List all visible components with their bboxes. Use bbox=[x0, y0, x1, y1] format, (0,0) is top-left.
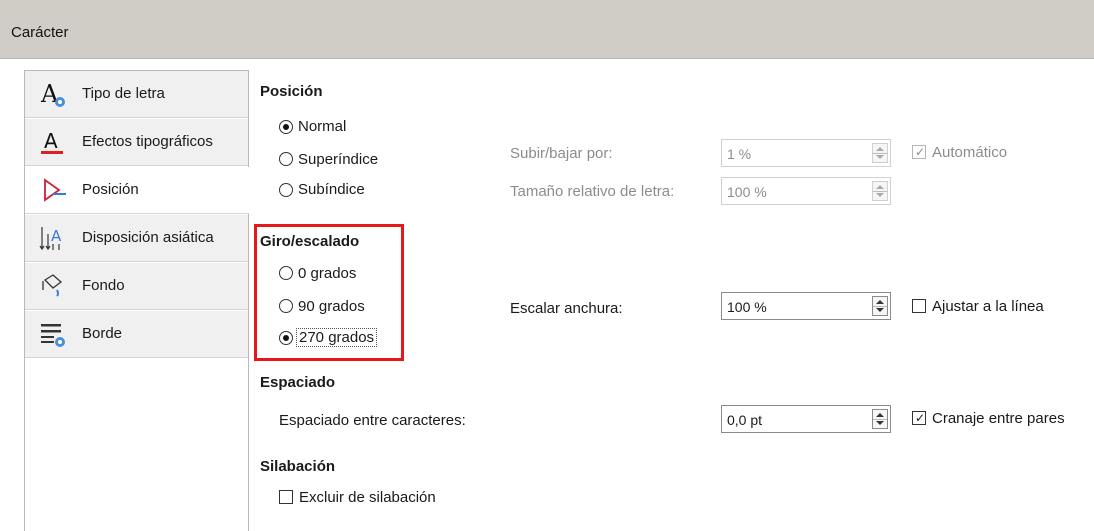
scale-width-spinbox[interactable]: 100 % bbox=[721, 292, 891, 320]
position-heading: Posición bbox=[260, 83, 323, 100]
relative-size-label: Tamaño relativo de letra: bbox=[510, 183, 675, 200]
scale-width-value: 100 % bbox=[727, 299, 767, 315]
sidebar-item-background[interactable]: Fondo bbox=[25, 263, 248, 310]
scale-width-label: Escalar anchura: bbox=[510, 300, 623, 317]
position-icon bbox=[44, 178, 66, 202]
automatic-label: Automático bbox=[932, 144, 1008, 161]
sidebar-item-font[interactable]: A Tipo de letra bbox=[25, 71, 248, 118]
dialog-titlebar: Carácter bbox=[0, 0, 1094, 59]
sidebar-item-border[interactable]: Borde bbox=[25, 311, 248, 358]
exclude-hyphenation-label: Excluir de silabación bbox=[299, 489, 436, 506]
raise-lower-label: Subir/bajar por: bbox=[510, 145, 613, 162]
background-fill-icon bbox=[42, 274, 63, 297]
raise-lower-value: 1 % bbox=[727, 146, 752, 162]
highlight-box bbox=[254, 224, 404, 361]
hyphenation-heading: Silabación bbox=[260, 458, 336, 475]
char-spacing-label: Espaciado entre caracteres: bbox=[279, 412, 466, 429]
sidebar-item-label: Efectos tipográficos bbox=[82, 133, 213, 150]
relative-size-spin-buttons[interactable] bbox=[872, 181, 888, 201]
raise-lower-spinbox[interactable]: 1 % bbox=[721, 139, 891, 167]
font-icon: A bbox=[40, 80, 65, 108]
sidebar-item-label: Tipo de letra bbox=[82, 85, 165, 102]
scale-width-spin-buttons[interactable] bbox=[872, 296, 888, 316]
sidebar-item-font-effects[interactable]: A Efectos tipográficos bbox=[25, 119, 248, 166]
font-effects-icon: A bbox=[41, 129, 63, 154]
subscript-label: Subíndice bbox=[298, 181, 365, 198]
dialog-title: Carácter bbox=[11, 24, 69, 41]
automatic-checkbox[interactable]: ✓ bbox=[912, 145, 926, 159]
fit-to-line-checkbox[interactable] bbox=[912, 299, 926, 313]
sidebar-item-label: Fondo bbox=[82, 277, 125, 294]
sidebar-item-label: Disposición asiática bbox=[82, 229, 214, 246]
relative-size-spinbox[interactable]: 100 % bbox=[721, 177, 891, 205]
pair-kerning-label: Cranaje entre pares bbox=[932, 410, 1065, 427]
border-icon bbox=[41, 324, 65, 347]
sidebar-item-label: Posición bbox=[82, 181, 139, 198]
char-spacing-value: 0,0 pt bbox=[727, 412, 763, 428]
spacing-heading: Espaciado bbox=[260, 374, 336, 391]
superscript-radio[interactable] bbox=[279, 152, 293, 166]
normal-radio[interactable] bbox=[279, 120, 293, 134]
char-spacing-spinbox[interactable]: 0,0 pt bbox=[721, 405, 891, 433]
subscript-radio[interactable] bbox=[279, 183, 293, 197]
svg-text:A: A bbox=[44, 129, 58, 153]
superscript-label: Superíndice bbox=[298, 151, 379, 168]
exclude-hyphenation-checkbox[interactable] bbox=[279, 490, 293, 504]
sidebar-item-label: Borde bbox=[82, 325, 123, 342]
normal-label: Normal bbox=[298, 118, 347, 135]
char-spacing-spin-buttons[interactable] bbox=[872, 409, 888, 429]
pair-kerning-checkbox[interactable]: ✓ bbox=[912, 411, 926, 425]
raise-lower-spin-buttons[interactable] bbox=[872, 143, 888, 163]
asian-layout-icon: A bbox=[39, 227, 62, 251]
relative-size-value: 100 % bbox=[727, 184, 767, 200]
sidebar-item-position[interactable]: Posición bbox=[25, 167, 249, 214]
svg-text:A: A bbox=[51, 227, 62, 245]
fit-to-line-label: Ajustar a la línea bbox=[932, 298, 1044, 315]
sidebar: A Tipo de letra A Efectos tipográficos P… bbox=[24, 70, 249, 531]
sidebar-item-asian-layout[interactable]: A Disposición asiática bbox=[25, 215, 248, 262]
